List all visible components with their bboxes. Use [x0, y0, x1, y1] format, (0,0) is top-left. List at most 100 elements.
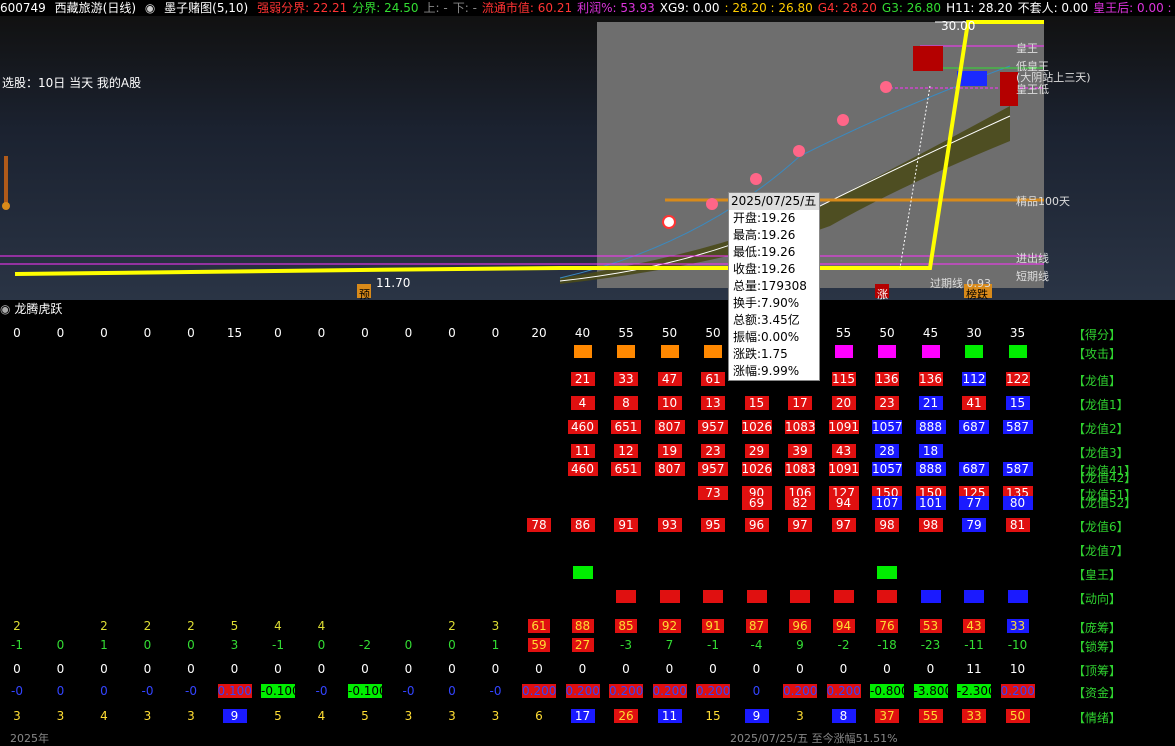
grid-value: 3: [796, 709, 804, 723]
grid-value: 0: [317, 638, 326, 652]
grid-value: 15: [226, 326, 243, 340]
grid-value: 86: [570, 518, 595, 532]
grid-value: 77: [959, 496, 989, 510]
row-label: 【龙值3】: [1073, 446, 1129, 460]
grid-value: -0.100: [261, 684, 300, 698]
grid-value: 0: [13, 326, 21, 340]
signal-block: [877, 566, 897, 579]
grid-value: 4: [100, 709, 108, 723]
grid-value: 115: [831, 372, 856, 386]
grid-value: 0: [622, 662, 630, 676]
indicator-value: 上: -: [423, 1, 448, 15]
grid-value: 10: [657, 396, 682, 410]
grid-value: 35: [1009, 326, 1026, 340]
row-label: 【龙值2】: [1073, 422, 1129, 436]
indicator-value: 分界: 24.50: [352, 1, 419, 15]
signal-block: [790, 590, 810, 603]
signal-block: [833, 590, 854, 603]
grid-value: 6: [535, 709, 543, 723]
label-fine100: 精品100天: [1016, 195, 1070, 208]
grid-value: -0: [402, 684, 415, 698]
grid-value: -3.800: [913, 684, 953, 698]
lower-indicator-header: ◉ 龙腾虎跃: [0, 300, 1175, 316]
grid-value: 17: [570, 709, 595, 723]
grid-value: 0: [404, 662, 413, 676]
marker-pre: 预: [359, 288, 370, 300]
grid-value: 0: [448, 662, 456, 676]
grid-value: 82: [785, 496, 815, 510]
grid-value: 13: [701, 396, 725, 410]
grid-value: 59: [528, 638, 550, 652]
label-king-low: 皇王低: [1016, 83, 1049, 96]
grid-value: 9: [744, 709, 769, 723]
grid-value: 2: [13, 619, 21, 633]
row-label: 【龙值1】: [1073, 398, 1129, 412]
grid-value: 888: [915, 462, 946, 476]
grid-value: 11: [966, 662, 982, 676]
grid-value: 0: [752, 684, 761, 698]
grid-value: 17: [788, 396, 812, 410]
price-low-label: 11.70: [376, 276, 411, 290]
grid-value: 4: [274, 619, 282, 633]
stock-selector-text[interactable]: 选股：10日 当天 我的A股: [2, 74, 141, 91]
signal-grid: 【得分】 【攻击】 【龙值】 【龙值1】 【龙值2】 【龙值3】 【龙值41】 【龙值42】【…: [0, 316, 1175, 745]
grid-value: 33: [614, 372, 638, 386]
grid-value: 1091: [828, 462, 860, 476]
zoom-slider-handle[interactable]: [2, 202, 10, 210]
grid-value: 1026: [741, 462, 773, 476]
grid-value: 12: [614, 444, 638, 458]
signal-block: [877, 590, 897, 603]
grid-value: 3: [404, 709, 413, 723]
grid-value: 76: [876, 619, 898, 633]
price-top-label: 30.00: [941, 19, 976, 33]
grid-value: 3: [56, 709, 65, 723]
grid-value: 43: [831, 444, 856, 458]
grid-value: 55: [835, 326, 852, 340]
grid-value: 7: [665, 638, 674, 652]
grid-value: 0: [100, 326, 108, 340]
indicator-name[interactable]: 墨子赌图(5,10): [164, 1, 248, 15]
grid-value: 0: [187, 638, 195, 652]
indicator-value: : 28.20 : 26.80: [724, 1, 813, 15]
lower-indicator-title: 龙腾虎跃: [14, 302, 63, 316]
collapse-icon[interactable]: ◉: [0, 302, 10, 316]
zoom-slider[interactable]: [4, 156, 8, 204]
grid-value: 37: [875, 709, 899, 723]
grid-value: 96: [789, 619, 811, 633]
grid-value: -0: [141, 684, 154, 698]
price-chart-panel[interactable]: 选股：10日 当天 我的A股 30.00 11.70 皇王 低皇王 (大阴站上三…: [0, 16, 1175, 300]
grid-value: 15: [744, 396, 769, 410]
indicator-value: 利润%: 53.93: [577, 1, 655, 15]
grid-value: 0: [13, 662, 21, 676]
grid-value: 0: [491, 662, 500, 676]
grid-value: 2: [143, 619, 152, 633]
grid-value: 21: [570, 372, 595, 386]
grid-value: 0: [56, 662, 65, 676]
grid-value: 91: [614, 518, 638, 532]
stock-code: 600749: [0, 1, 46, 15]
grid-value: -1: [707, 638, 719, 652]
grid-value: 1083: [785, 420, 816, 434]
grid-value: 0: [274, 326, 282, 340]
grid-value: 11: [657, 709, 682, 723]
indicator-value: XG9: 0.00: [659, 1, 720, 15]
grid-value: 33: [1006, 619, 1029, 633]
tooltip-date: 2025/07/25/五: [729, 193, 819, 210]
grid-value: 94: [828, 496, 859, 510]
indicator-menu-icon[interactable]: ◉: [145, 1, 155, 15]
grid-value: -2: [837, 638, 850, 652]
grid-value: 2: [187, 619, 195, 633]
grid-value: 92: [658, 619, 681, 633]
signal-block: [616, 590, 636, 603]
grid-value: 1: [100, 638, 108, 652]
grid-value: 0.200: [522, 684, 557, 698]
grid-value: 55: [918, 709, 943, 723]
footer-range-gain: 2025/07/25/五 至今涨幅51.51%: [730, 732, 898, 745]
grid-value: 23: [875, 396, 899, 410]
grid-value: 0: [56, 326, 65, 340]
grid-value: 957: [698, 462, 728, 476]
grid-value: 136: [918, 372, 943, 386]
tooltip-line: 最低:19.26: [733, 245, 796, 259]
grid-value: -1: [11, 638, 23, 652]
grid-value: 39: [788, 444, 812, 458]
